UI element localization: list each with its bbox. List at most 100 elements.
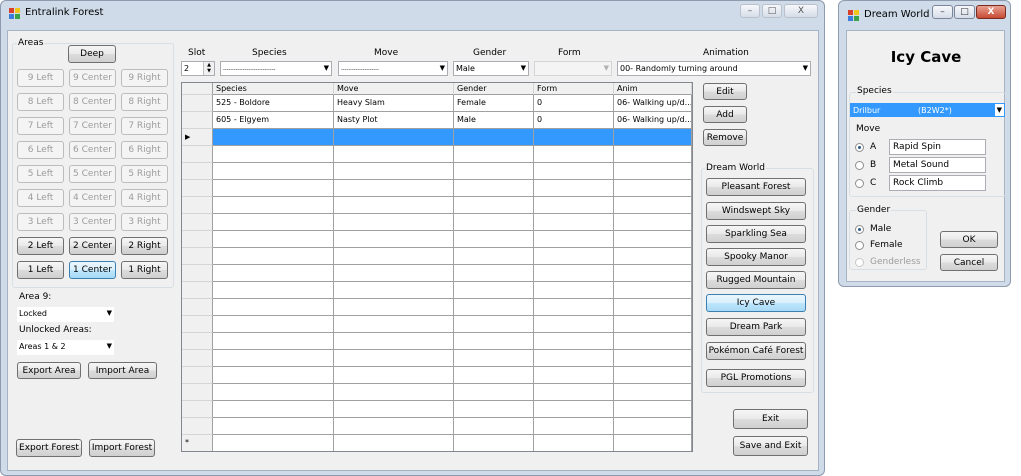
table-cell[interactable]: [334, 435, 454, 451]
table-cell[interactable]: [334, 248, 454, 265]
table-row[interactable]: 605 - Elgyem Nasty Plot Male 0 06- Walki…: [182, 112, 692, 129]
row-header[interactable]: [182, 333, 213, 350]
area-button-4-center[interactable]: 4 Center: [69, 189, 116, 207]
table-cell[interactable]: [454, 299, 534, 316]
table-cell[interactable]: [213, 282, 334, 299]
table-cell[interactable]: [534, 197, 614, 214]
area-button-5-center[interactable]: 5 Center: [69, 165, 116, 183]
column-header-gender[interactable]: Gender: [454, 83, 534, 95]
table-cell[interactable]: [213, 214, 334, 231]
table-cell[interactable]: [213, 384, 334, 401]
table-cell[interactable]: [213, 350, 334, 367]
exit-button[interactable]: Exit: [733, 409, 808, 429]
table-cell[interactable]: [334, 333, 454, 350]
table-row-empty[interactable]: [182, 180, 692, 197]
table-cell[interactable]: [334, 401, 454, 418]
area-button-8-left[interactable]: 8 Left: [17, 93, 64, 111]
table-row[interactable]: 525 - Boldore Heavy Slam Female 0 06- Wa…: [182, 95, 692, 112]
area-button-6-left[interactable]: 6 Left: [17, 141, 64, 159]
table-cell[interactable]: [454, 435, 534, 451]
table-cell[interactable]: [454, 197, 534, 214]
species-select[interactable]: ----------------------------- ▼: [220, 61, 332, 76]
cell-anim[interactable]: [614, 129, 692, 146]
table-cell[interactable]: [614, 435, 692, 451]
table-cell[interactable]: [213, 316, 334, 333]
pokemon-table[interactable]: Species Move Gender Form Anim 525 - Bold…: [181, 82, 693, 452]
table-cell[interactable]: [614, 163, 692, 180]
area-button-3-center[interactable]: 3 Center: [69, 213, 116, 231]
row-header[interactable]: [182, 95, 213, 112]
cell-form[interactable]: [534, 129, 614, 146]
remove-button[interactable]: Remove: [703, 129, 747, 146]
dream-world-spooky-manor-button[interactable]: Spooky Manor: [706, 248, 806, 266]
move-c-radio[interactable]: [855, 179, 864, 188]
table-cell[interactable]: [534, 350, 614, 367]
table-row-empty[interactable]: [182, 146, 692, 163]
table-cell[interactable]: [334, 180, 454, 197]
table-cell[interactable]: [614, 316, 692, 333]
table-cell[interactable]: [614, 146, 692, 163]
table-cell[interactable]: [534, 265, 614, 282]
table-cell[interactable]: [213, 180, 334, 197]
row-header[interactable]: [182, 180, 213, 197]
table-cell[interactable]: [213, 163, 334, 180]
cell-gender[interactable]: [454, 129, 534, 146]
area-button-9-right[interactable]: 9 Right: [121, 69, 168, 87]
table-row-empty[interactable]: [182, 163, 692, 180]
close-button[interactable]: X: [976, 5, 1006, 19]
area-button-5-right[interactable]: 5 Right: [121, 165, 168, 183]
area-button-2-right[interactable]: 2 Right: [121, 237, 168, 255]
table-cell[interactable]: [454, 214, 534, 231]
area-button-7-center[interactable]: 7 Center: [69, 117, 116, 135]
move-a-label[interactable]: A: [870, 142, 876, 152]
table-cell[interactable]: [454, 282, 534, 299]
table-row-empty[interactable]: [182, 299, 692, 316]
row-header[interactable]: [182, 163, 213, 180]
column-header-form[interactable]: Form: [534, 83, 614, 95]
table-row-empty[interactable]: [182, 282, 692, 299]
row-header[interactable]: [182, 418, 213, 435]
area-button-5-left[interactable]: 5 Left: [17, 165, 64, 183]
area-button-8-center[interactable]: 8 Center: [69, 93, 116, 111]
move-c-label[interactable]: C: [870, 178, 876, 188]
area-button-4-left[interactable]: 4 Left: [17, 189, 64, 207]
table-cell[interactable]: [454, 384, 534, 401]
table-cell[interactable]: [614, 384, 692, 401]
form-select[interactable]: ▼: [534, 61, 612, 76]
table-cell[interactable]: [334, 367, 454, 384]
table-cell[interactable]: [534, 401, 614, 418]
move-b-field[interactable]: Metal Sound: [889, 157, 986, 173]
table-cell[interactable]: [213, 401, 334, 418]
table-cell[interactable]: [213, 146, 334, 163]
table-cell[interactable]: [334, 214, 454, 231]
cell-move[interactable]: Nasty Plot: [334, 112, 454, 129]
area-button-2-left[interactable]: 2 Left: [17, 237, 64, 255]
cell-form[interactable]: 0: [534, 95, 614, 112]
table-cell[interactable]: [334, 265, 454, 282]
area-button-9-center[interactable]: 9 Center: [69, 69, 116, 87]
unlocked-select[interactable]: Areas 1 & 2 ▼: [17, 340, 114, 355]
table-cell[interactable]: [454, 333, 534, 350]
move-b-label[interactable]: B: [870, 160, 876, 170]
area-button-7-left[interactable]: 7 Left: [17, 117, 64, 135]
table-row-empty[interactable]: [182, 418, 692, 435]
row-header[interactable]: [182, 299, 213, 316]
add-button[interactable]: Add: [703, 106, 747, 123]
table-cell[interactable]: [614, 180, 692, 197]
row-header[interactable]: [182, 367, 213, 384]
row-header[interactable]: [182, 401, 213, 418]
export-area-button[interactable]: Export Area: [17, 362, 81, 379]
close-button[interactable]: X: [784, 4, 818, 18]
table-cell[interactable]: [534, 248, 614, 265]
area-button-4-right[interactable]: 4 Right: [121, 189, 168, 207]
row-header[interactable]: [182, 112, 213, 129]
table-cell[interactable]: [454, 316, 534, 333]
table-cell[interactable]: [614, 367, 692, 384]
table-cell[interactable]: [213, 367, 334, 384]
move-a-field[interactable]: Rapid Spin: [889, 139, 986, 155]
table-row-empty[interactable]: [182, 231, 692, 248]
animation-select[interactable]: 00- Randomly turning around ▼: [617, 61, 811, 76]
cell-anim[interactable]: 06- Walking up/d...: [614, 112, 692, 129]
column-header-species[interactable]: Species: [213, 83, 334, 95]
minimize-button[interactable]: –: [740, 4, 760, 18]
